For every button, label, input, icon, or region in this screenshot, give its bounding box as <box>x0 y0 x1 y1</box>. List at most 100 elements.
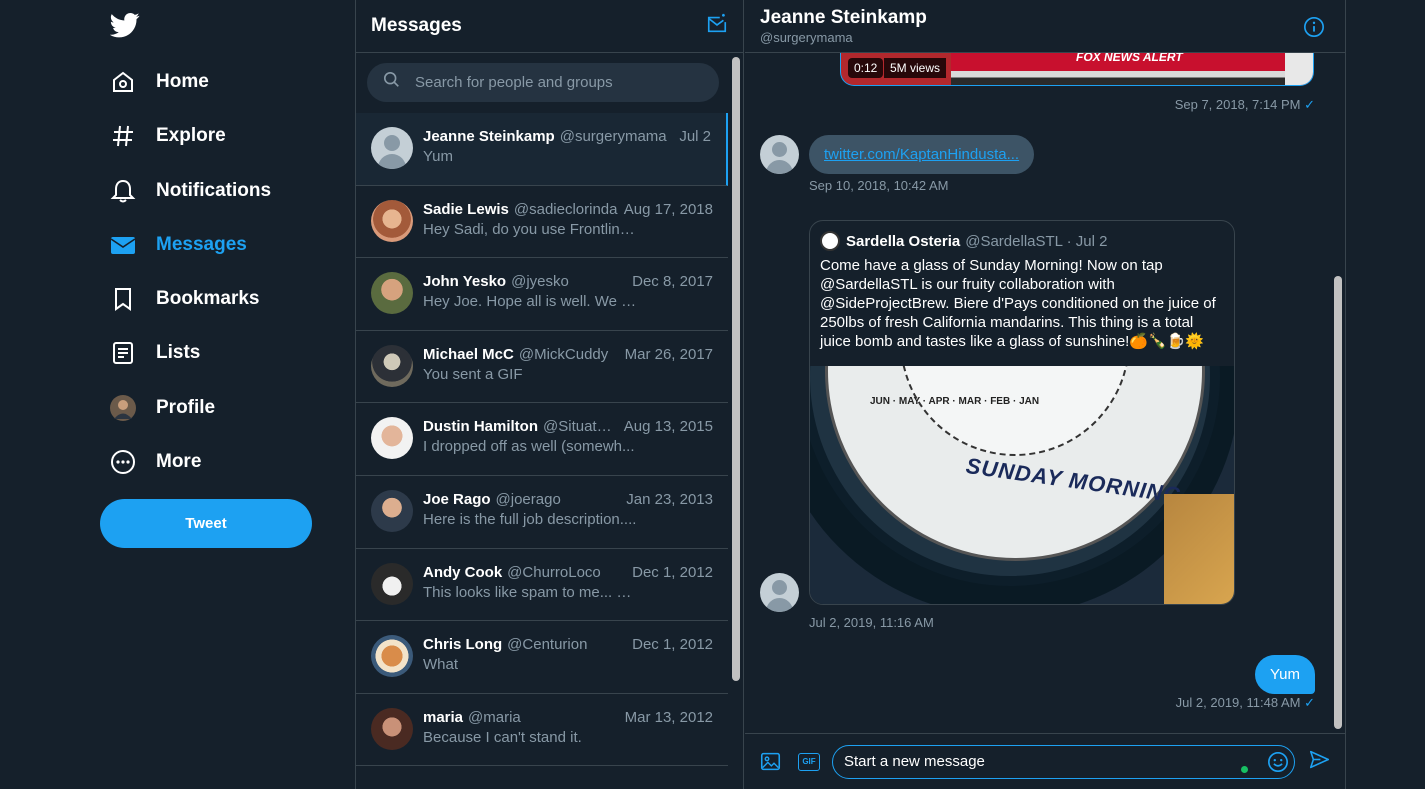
home-icon <box>110 69 136 95</box>
message-input-box <box>832 744 1295 779</box>
conversation-name: Sadie Lewis <box>423 200 509 218</box>
conversation-preview: Hey Sadi, do you use Frontline... <box>423 220 638 238</box>
conversation-item[interactable]: Dustin Hamilton @SituatedA... Aug 13, 20… <box>356 403 728 476</box>
quoted-tweet-card[interactable]: Sardella Osteria @SardellaSTL · Jul 2 Co… <box>809 220 1235 605</box>
conversation-item[interactable]: Andy Cook @ChurroLoco Dec 1, 2012 This l… <box>356 549 728 622</box>
conversation-item[interactable]: Michael McC @MickCuddy Mar 26, 2017 You … <box>356 331 728 404</box>
conversation-name: Chris Long <box>423 636 503 654</box>
nav-more-label: More <box>156 451 202 472</box>
outgoing-message-bubble: Yum <box>1254 655 1315 694</box>
nav-lists[interactable]: Lists <box>100 330 210 376</box>
send-icon[interactable] <box>1309 749 1330 775</box>
message-input[interactable] <box>844 753 1244 770</box>
envelope-icon <box>110 232 136 258</box>
conversation-handle: @joerago <box>495 490 561 508</box>
nav-bookmarks[interactable]: Bookmarks <box>100 276 270 322</box>
message-timestamp: Jul 2, 2019, 11:16 AM <box>809 615 934 630</box>
bookmark-icon <box>110 286 136 312</box>
avatar <box>371 127 413 169</box>
image-icon[interactable] <box>759 751 781 773</box>
info-icon[interactable] <box>1303 16 1325 43</box>
conversation-handle: @ChurroLoco <box>507 563 601 581</box>
profile-avatar <box>110 395 136 421</box>
nav-messages[interactable]: Messages <box>100 222 257 268</box>
video-views: 5M views <box>884 58 947 78</box>
conversation-date: Jul 2 <box>679 128 711 145</box>
nav-lists-label: Lists <box>156 342 201 363</box>
tweet-author-name: Sardella Osteria <box>846 232 961 250</box>
conversation-preview: Yum <box>423 148 454 165</box>
conversation-item[interactable]: Sadie Lewis @sadieclorinda Aug 17, 2018 … <box>356 186 728 259</box>
conversation-date: Dec 1, 2012 <box>632 563 713 581</box>
video-overlay-text: FOX NEWS ALERT <box>1076 53 1183 64</box>
list-scrollbar-thumb[interactable] <box>732 57 740 681</box>
status-dot <box>1241 765 1248 773</box>
nav-explore[interactable]: Explore <box>100 113 236 159</box>
conversation-date: Mar 26, 2017 <box>624 345 713 363</box>
conversation-preview: You sent a GIF <box>423 365 523 383</box>
timestamp-text: Sep 7, 2018, 7:14 PM <box>1174 97 1301 112</box>
messages-list-panel: Messages Jeanne Steinkamp @surgerymama J… <box>355 0 744 789</box>
conversation-date: Dec 8, 2017 <box>632 273 713 291</box>
conversation-item[interactable]: John Yesko @jyesko Dec 8, 2017 Hey Joe. … <box>356 258 728 331</box>
conversation-preview: This looks like spam to me... Fa... <box>423 583 638 601</box>
conversation-handle: @Centurion <box>507 636 588 654</box>
nav-messages-label: Messages <box>156 234 247 255</box>
gif-button[interactable]: GIF <box>798 751 820 773</box>
message-composer: GIF <box>745 733 1345 789</box>
read-check-icon: ✓ <box>1304 97 1315 112</box>
primary-nav: Home Explore Notifications Messages Book… <box>0 0 355 789</box>
video-duration: 0:12 <box>848 58 884 78</box>
conversation-item[interactable]: Jeanne Steinkamp @surgerymama Jul 2 Yum <box>356 113 728 186</box>
conversation-item[interactable]: Joe Rago @joerago Jan 23, 2013 Here is t… <box>356 476 728 549</box>
list-scrollbar[interactable] <box>729 53 743 789</box>
conversation-panel: Jeanne Steinkamp @surgerymama FOX NEWS A… <box>745 0 1345 789</box>
avatar <box>371 344 413 387</box>
nav-notifications[interactable]: Notifications <box>100 168 281 214</box>
conversation-handle: @jyesko <box>511 273 569 291</box>
message-timestamp: Sep 7, 2018, 7:14 PM ✓ <box>1175 97 1315 113</box>
conversation-handle: @MickCuddy <box>518 345 609 363</box>
tweet-image[interactable]: JUN · MAY · APR · MAR · FEB · JAN SUNDAY… <box>810 366 1234 604</box>
keg-month-ticks: JUN · MAY · APR · MAR · FEB · JAN <box>870 396 1040 407</box>
conversation-handle: @SituatedA... <box>543 418 618 436</box>
message-thread: FOX NEWS ALERT 0:12 5M views Sep 7, 2018… <box>745 53 1330 733</box>
emoji-icon[interactable] <box>1267 751 1289 778</box>
avatar <box>371 199 413 242</box>
new-message-icon[interactable] <box>706 13 728 40</box>
conversation-date: Mar 13, 2012 <box>624 708 713 726</box>
gif-icon: GIF <box>798 752 820 771</box>
search-input[interactable] <box>415 74 705 91</box>
hashtag-icon <box>110 123 136 149</box>
messages-header: Messages <box>356 0 743 53</box>
nav-home-label: Home <box>156 71 209 92</box>
conversation-name: Michael McC <box>423 345 514 363</box>
message-timestamp: Jul 2, 2019, 11:48 AM ✓ <box>1176 695 1315 711</box>
thread-scrollbar-thumb[interactable] <box>1334 276 1342 729</box>
conversation-preview: Here is the full job description.... <box>423 510 637 528</box>
video-attachment[interactable]: FOX NEWS ALERT 0:12 5M views <box>840 53 1314 86</box>
incoming-message-bubble: twitter.com/KaptanHindusta... <box>809 135 1035 174</box>
nav-more[interactable]: More <box>100 439 211 485</box>
nav-profile[interactable]: Profile <box>100 385 225 431</box>
conversation-handle: @surgerymama <box>559 128 667 145</box>
twitter-logo-icon[interactable] <box>110 10 140 40</box>
nav-home[interactable]: Home <box>100 59 219 105</box>
more-icon <box>110 449 136 475</box>
bell-icon <box>110 178 136 204</box>
list-icon <box>110 340 136 366</box>
sender-avatar[interactable] <box>760 135 799 174</box>
conversation-item[interactable]: maria @maria Mar 13, 2012 Because I can'… <box>356 694 728 767</box>
tweet-author-handle: @SardellaSTL · Jul 2 <box>965 232 1108 250</box>
sender-avatar[interactable] <box>760 573 799 612</box>
avatar <box>371 272 413 315</box>
conversation-list: Jeanne Steinkamp @surgerymama Jul 2 Yum … <box>356 113 728 767</box>
nav-bookmarks-label: Bookmarks <box>156 288 260 309</box>
messages-title: Messages <box>371 15 462 36</box>
conversation-title[interactable]: Jeanne Steinkamp <box>760 7 1330 29</box>
conversation-item[interactable]: Chris Long @Centurion Dec 1, 2012 What <box>356 621 728 694</box>
message-link[interactable]: twitter.com/KaptanHindusta... <box>824 146 1019 163</box>
tweet-button[interactable]: Tweet <box>100 499 312 548</box>
conversation-preview: What <box>423 656 459 674</box>
thread-scrollbar[interactable] <box>1330 53 1345 733</box>
